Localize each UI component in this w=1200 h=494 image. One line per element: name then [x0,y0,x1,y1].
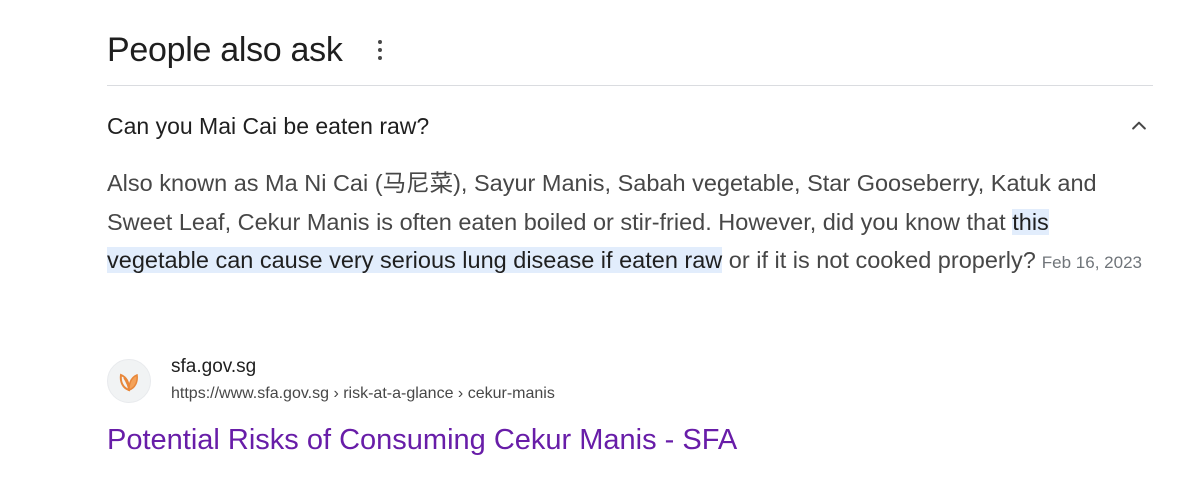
answer-snippet: Also known as Ma Ni Cai (马尼菜), Sayur Man… [107,164,1147,283]
sfa-leaf-logo-icon [107,359,151,403]
source-block[interactable]: sfa.gov.sg https://www.sfa.gov.sg › risk… [107,355,555,405]
answer-date: Feb 16, 2023 [1041,253,1142,272]
dot [377,48,382,52]
site-name[interactable]: sfa.gov.sg [171,355,555,379]
question-toggle[interactable]: Can you Mai Cai be eaten raw? [107,106,1153,146]
question-text: Can you Mai Cai be eaten raw? [107,112,430,139]
dot [377,56,382,60]
paa-header: People also ask [107,28,387,72]
paa-title: People also ask [107,31,343,69]
site-url[interactable]: https://www.sfa.gov.sg › risk-at-a-glanc… [171,383,555,405]
dot [377,40,382,44]
chevron-up-icon[interactable] [1119,106,1159,146]
result-title-link[interactable]: Potential Risks of Consuming Cekur Manis… [107,420,737,460]
divider [107,85,1153,86]
more-vert-icon[interactable] [373,38,387,62]
source-meta: sfa.gov.sg https://www.sfa.gov.sg › risk… [171,355,555,405]
answer-text-after: or if it is not cooked properly? [722,247,1036,273]
answer-text-before: Also known as Ma Ni Cai (马尼菜), Sayur Man… [107,170,1097,235]
people-also-ask-panel: People also ask Can you Mai Cai be eaten… [0,0,1200,494]
